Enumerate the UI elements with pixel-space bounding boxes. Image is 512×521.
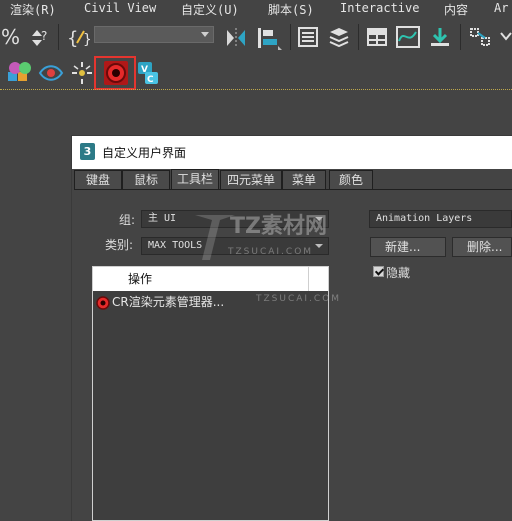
mirror-icon[interactable] <box>224 26 248 50</box>
align-icon[interactable] <box>256 26 282 50</box>
toolbar-separator <box>460 24 461 50</box>
list-header[interactable]: 操作 <box>93 267 328 291</box>
toolbar-separator <box>290 24 291 50</box>
tab-colors[interactable]: 颜色 <box>329 170 373 189</box>
hide-label: 隐藏 <box>386 266 411 280</box>
vray-converter-icon[interactable]: V C <box>136 60 160 86</box>
toggle-layer-explorer-icon[interactable] <box>328 26 350 48</box>
toolbar-divider <box>0 89 512 90</box>
chevron-down-icon[interactable] <box>500 30 512 42</box>
action-list[interactable]: 操作 CR渲染元素管理器... <box>92 266 329 521</box>
customize-ui-dialog: 3 自定义用户界面 键盘 鼠标 工具栏 四元菜单 菜单 颜色 组: 主 UI 类… <box>72 136 512 521</box>
toggle-ribbon-icon[interactable] <box>365 26 389 48</box>
watermark-subtext-2: TZSUCAI.COM <box>256 294 342 304</box>
schematic-view-icon[interactable] <box>428 26 452 48</box>
svg-text:}: } <box>83 32 90 48</box>
category-label: 类别: <box>105 238 134 252</box>
list-item[interactable]: CR渲染元素管理器... <box>96 293 224 311</box>
dialog-titlebar[interactable]: 3 自定义用户界面 <box>72 136 512 169</box>
svg-text:?: ? <box>41 29 47 43</box>
tab-keyboard[interactable]: 键盘 <box>74 170 122 189</box>
spinner-snap-icon[interactable]: ? <box>28 26 52 50</box>
toolbar-separator <box>358 24 359 50</box>
list-item-label: CR渲染元素管理器... <box>112 295 225 309</box>
toolbar-separator <box>58 24 59 50</box>
light-lister-icon[interactable] <box>38 62 64 84</box>
menu-render[interactable]: 渲染(R) <box>10 1 56 18</box>
group-label: 组: <box>119 213 136 227</box>
menu-scripting[interactable]: 脚本(S) <box>268 1 314 18</box>
menu-content[interactable]: 内容 <box>444 1 468 18</box>
tab-toolbars[interactable]: 工具栏 <box>171 169 219 190</box>
watermark-subtext: TZSUCAI.COM <box>228 247 314 257</box>
toggle-scene-explorer-icon[interactable] <box>297 26 319 48</box>
watermark-text: TZ素材网 <box>230 214 327 239</box>
highlight-box <box>94 56 136 90</box>
tab-mouse[interactable]: 鼠标 <box>122 170 170 189</box>
cr-render-elements-manager-icon <box>96 295 110 310</box>
menu-customize[interactable]: 自定义(U) <box>181 1 239 18</box>
curve-editor-icon[interactable] <box>396 26 420 48</box>
edit-named-selection-icon[interactable]: { } <box>66 26 90 50</box>
named-selection-dropdown[interactable] <box>94 26 214 43</box>
svg-text:%: % <box>1 26 20 48</box>
custom-toolbar: V C <box>0 56 512 92</box>
app-3ds-icon: 3 <box>80 143 95 160</box>
menu-civil-view[interactable]: Civil View <box>84 1 156 15</box>
tab-menus[interactable]: 菜单 <box>282 170 326 189</box>
tab-divider <box>74 189 512 190</box>
menu-bar: 渲染(R) Civil View 自定义(U) 脚本(S) Interactiv… <box>0 0 512 18</box>
dialog-title: 自定义用户界面 <box>102 146 187 160</box>
material-editor-icon[interactable] <box>468 26 494 50</box>
hide-checkbox[interactable] <box>373 266 384 277</box>
tab-quad-menus[interactable]: 四元菜单 <box>220 170 282 189</box>
svg-text:{: { <box>67 28 78 49</box>
menu-interactive[interactable]: Interactive <box>340 1 419 15</box>
new-button[interactable]: 新建... <box>370 237 446 257</box>
main-toolbar: % ? { } <box>0 18 512 56</box>
percent-snap-icon[interactable]: % <box>0 26 22 48</box>
rendered-frame-window-icon[interactable] <box>70 60 94 86</box>
svg-text:C: C <box>147 75 154 85</box>
delete-button[interactable]: 删除... <box>452 237 512 257</box>
render-setup-icon[interactable] <box>6 60 34 86</box>
toolbar-select-dropdown[interactable]: Animation Layers <box>369 210 512 228</box>
menu-arnold[interactable]: Ar <box>494 1 508 15</box>
